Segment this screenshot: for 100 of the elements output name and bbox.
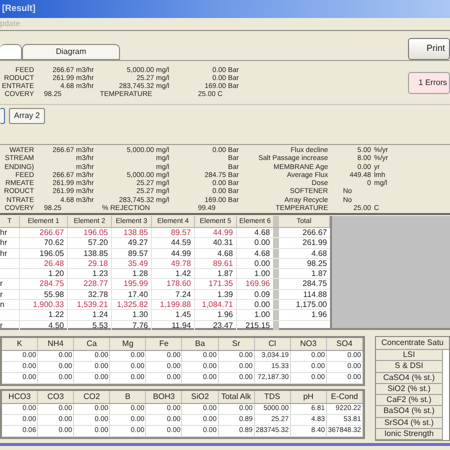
table-cell: 11.94 [152,320,195,330]
total-cell-text: 284.75 [302,279,328,289]
row-label: CaF2 (% st.) [376,395,443,406]
table-cell: 49.27 [112,238,152,248]
table-cell: 40.31 [195,238,237,248]
column-header: B [110,391,146,403]
table-cell: 4.50 [20,320,68,330]
tab[interactable]: Diagram [22,44,120,60]
table-cell: 49.78 [152,258,195,268]
table-cell: 138.85 [112,228,152,238]
row-label: SrSO4 (% st.) [376,418,443,430]
table-cell: 17.40 [112,290,152,300]
table-cell: 266.67 [20,228,68,238]
table-cell: 1.28 [112,269,152,278]
column-header: BOH3 [146,391,182,403]
table-cell: 55.98 [20,290,68,300]
table-cell: 1.30 [112,310,152,320]
column-header: TDS [254,391,291,403]
table-cell: 1.00 [237,269,279,278]
table-cell: 228.77 [68,279,112,289]
row-label: S & DSI [376,361,443,373]
table-cell: 44.59 [152,238,195,248]
column-header: HCO3 [2,391,38,403]
table-cell: 7.24 [152,290,195,300]
table-cell: 44.99 [195,228,237,238]
row-label: CaSO4 (% st.) [376,372,443,384]
table-cell: 35.49 [112,258,152,268]
column-header: Cl [254,338,291,350]
table-cell: 1.23 [68,269,112,278]
table-cell: 57.20 [68,238,112,248]
total-cell-text: 261.99 [302,238,328,248]
table-cell: 1.39 [195,290,237,300]
table-cell: 4.68 [195,248,237,258]
array-button[interactable]: Array 2 [9,108,45,124]
table-cell: 44.99 [152,248,195,258]
table-cell: 89.61 [195,258,237,268]
row-label: r [0,290,20,300]
table-cell: 1,900.33 [20,300,68,310]
column-header: NO3 [290,338,327,350]
column-header: NH4 [38,338,74,350]
total-cell-text: 114.88 [302,290,328,300]
table-cell: 4.68 [237,228,279,238]
row-label: r [0,320,20,330]
array-button[interactable] [0,108,5,124]
row-label: n [0,300,20,310]
row-label: hr [0,238,20,248]
table-cell: 138.85 [68,248,112,258]
column-header: SiO2 [182,391,219,403]
table-cell: 1.96 [195,310,237,320]
row-label: r [0,279,20,289]
column-header: E-Cond [326,391,363,403]
table-cell: 23.47 [195,320,237,330]
errors-button[interactable]: 1 Errors [408,72,450,94]
table-cell: 195.99 [112,279,152,289]
column-header: CO2 [74,391,110,403]
table-cell: 169.96 [237,279,279,289]
column-header: Fe [146,338,182,350]
table-cell: 5.53 [68,320,112,330]
table-cell: 1.45 [152,310,195,320]
table-cell: 0.00 [237,238,279,248]
column-header: pH [290,391,327,403]
table-cell: 7.76 [112,320,152,330]
column-header: SO4 [326,338,363,350]
table-cell: 29.18 [68,258,112,268]
column-header: Ba [182,338,219,350]
total-cell-text: 4.68 [310,248,328,258]
table-cell: 0.09 [237,290,279,300]
table-cell: 89.57 [152,228,195,238]
tab[interactable] [0,44,22,60]
total-cell-text: 1.87 [310,269,328,278]
column-header: CO3 [38,391,74,403]
window-title: [Result] [2,2,36,16]
table-cell: 1.22 [20,310,68,320]
table-cell: 1,084.71 [195,300,237,310]
total-cell-text: 1.96 [310,310,328,320]
table-cell: 284.75 [20,279,68,289]
table-cell: 215.15 [237,320,279,330]
table-cell: 1,539.21 [68,300,112,310]
row-label: hr [0,248,20,258]
column-header: Mg [110,338,146,350]
row-label: Ionic Strength [376,429,443,440]
table-cell: 1.20 [20,269,68,278]
table-cell: 171.35 [195,279,237,289]
column-header: Total Alk [218,391,255,403]
table-cell: 89.57 [112,248,152,258]
table-cell: 0.00 [237,258,279,268]
row-label: BaSO4 (% st.) [376,406,443,418]
row-label: SiO2 (% st.) [376,384,443,396]
table-cell: 1,325.82 [112,300,152,310]
table-cell: 0.00 [237,300,279,310]
table-cell: 196.05 [68,228,112,238]
table-cell: 178.60 [152,279,195,289]
column-header: K [2,338,38,350]
row-label: LSI [376,350,443,362]
column-header: Sr [218,338,255,350]
print-button[interactable]: Print [408,38,450,60]
column-header: Ca [74,338,110,350]
table-cell: 26.48 [20,258,68,268]
table-cell: 1.42 [152,269,195,278]
table-cell: 4.68 [237,248,279,258]
